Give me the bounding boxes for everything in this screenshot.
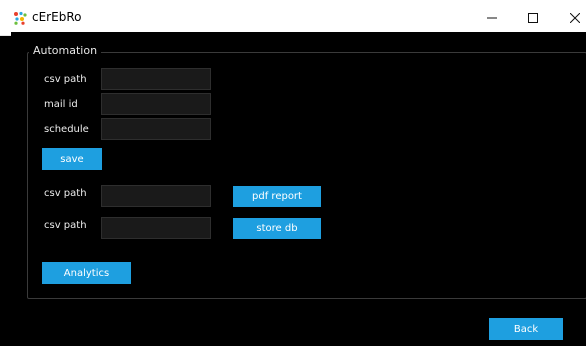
maximize-icon bbox=[528, 13, 538, 23]
back-button[interactable]: Back bbox=[489, 318, 563, 340]
analytics-button[interactable]: Analytics bbox=[42, 262, 131, 284]
close-button[interactable] bbox=[552, 0, 586, 36]
report-csv-path-input[interactable] bbox=[101, 185, 211, 207]
title-bar: cErEbRo bbox=[0, 0, 586, 36]
automation-group-title: Automation bbox=[29, 44, 102, 57]
close-icon bbox=[570, 13, 580, 23]
csv-path-label: csv path bbox=[44, 74, 87, 85]
mail-id-input[interactable] bbox=[101, 93, 211, 115]
store-db-button[interactable]: store db bbox=[233, 218, 321, 239]
report-csv-path-label: csv path bbox=[44, 188, 87, 199]
minimize-button[interactable] bbox=[469, 0, 515, 36]
maximize-button[interactable] bbox=[510, 0, 556, 36]
minimize-icon bbox=[487, 17, 497, 19]
store-csv-path-input[interactable] bbox=[101, 217, 211, 239]
csv-path-input[interactable] bbox=[101, 68, 211, 90]
app-logo-icon bbox=[14, 11, 27, 25]
window-title: cErEbRo bbox=[32, 10, 82, 24]
pdf-report-button[interactable]: pdf report bbox=[233, 186, 321, 207]
mail-id-label: mail id bbox=[44, 99, 78, 110]
main-panel: Automation csv path mail id schedule sav… bbox=[11, 32, 586, 346]
save-button[interactable]: save bbox=[42, 148, 102, 170]
schedule-input[interactable] bbox=[101, 118, 211, 140]
store-csv-path-label: csv path bbox=[44, 220, 87, 231]
schedule-label: schedule bbox=[44, 124, 89, 135]
